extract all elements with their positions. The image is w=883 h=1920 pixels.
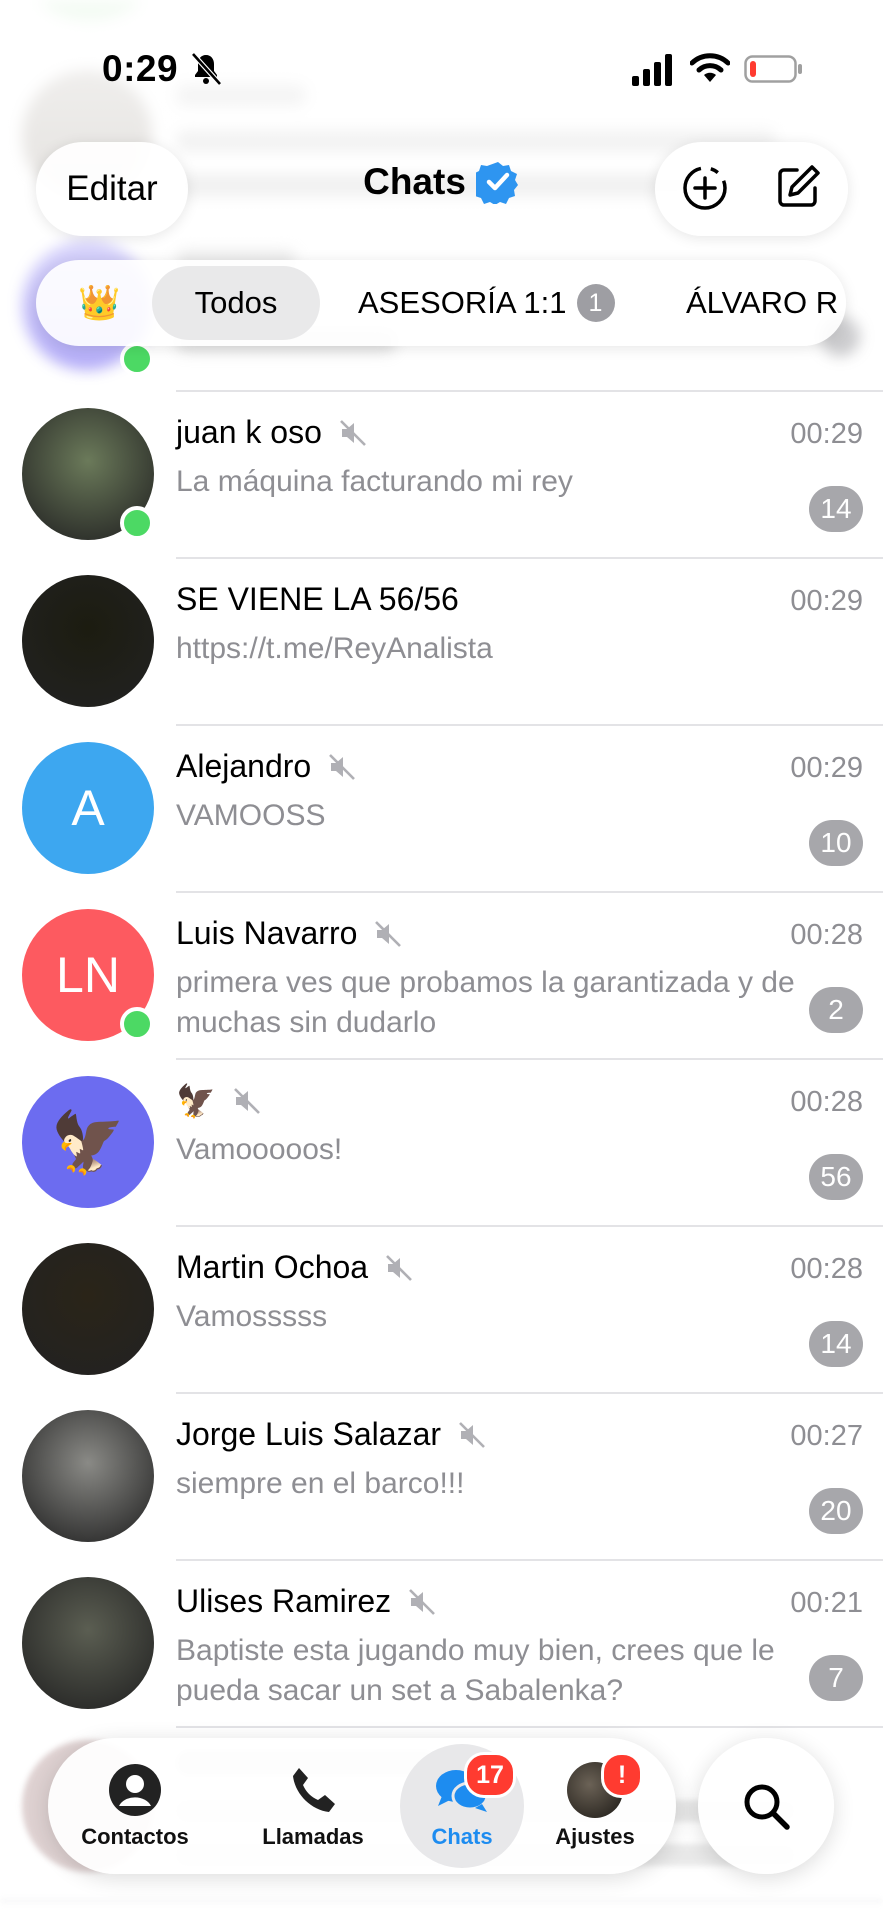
compose-icon[interactable] <box>775 164 821 210</box>
online-indicator <box>120 1007 154 1041</box>
folder-tabs: 👑 Todos ASESORÍA 1:1 1 ÁLVARO R <box>36 260 846 346</box>
tab-bar: Contactos Llamadas 17 Chats ! Ajustes <box>48 1738 676 1874</box>
avatar: 🦅 <box>22 1076 154 1208</box>
unread-count-badge: 14 <box>809 1321 863 1367</box>
chat-time: 00:28 <box>790 919 863 951</box>
online-indicator <box>120 342 154 376</box>
chat-name: Martin Ochoa <box>176 1249 414 1286</box>
online-indicator <box>120 506 154 540</box>
muted-icon <box>441 1420 487 1450</box>
tab-todos[interactable]: Todos <box>152 266 320 340</box>
chat-name: 🦅 <box>176 1082 262 1120</box>
tab-asesoria-badge: 1 <box>576 284 615 322</box>
person-circle-icon <box>109 1764 161 1816</box>
tab-calls[interactable]: Llamadas <box>248 1738 378 1874</box>
chat-time: 00:28 <box>790 1253 863 1285</box>
unread-count-badge: 7 <box>809 1655 863 1701</box>
avatar <box>22 1243 154 1375</box>
chat-row[interactable]: Martin Ochoa 00:28 Vamosssss 14 <box>0 1227 883 1393</box>
bell-mute-icon <box>191 52 222 86</box>
unread-count-badge: 2 <box>809 987 863 1033</box>
avatar <box>22 1577 154 1709</box>
avatar <box>22 1410 154 1542</box>
muted-icon <box>368 1253 414 1283</box>
chat-name: juan k oso <box>176 414 368 451</box>
tab-calls-label: Llamadas <box>262 1824 364 1849</box>
unread-count-badge: 20 <box>809 1488 863 1534</box>
unread-count-badge: 56 <box>809 1154 863 1200</box>
battery-low-icon <box>744 55 802 83</box>
chat-name-text: SE VIENE LA 56/56 <box>176 581 459 617</box>
header-actions <box>655 142 848 236</box>
unread-count-badge: 14 <box>809 486 863 532</box>
tab-contacts-label: Contactos <box>81 1824 189 1849</box>
tab-crown-folder[interactable]: 👑 <box>78 260 120 346</box>
muted-icon <box>322 418 368 448</box>
muted-icon <box>391 1587 437 1617</box>
status-time: 0:29 <box>102 48 179 89</box>
verified-badge-icon <box>475 162 518 204</box>
chat-message-preview: siempre en el barco!!! <box>176 1467 465 1500</box>
chat-name-text: 🦅 <box>176 1083 216 1119</box>
search-icon <box>744 1784 790 1830</box>
chat-message-preview: La máquina facturando mi rey <box>176 465 573 498</box>
chat-name-text: Ulises Ramirez <box>176 1583 392 1619</box>
chat-row[interactable]: Ulises Ramirez 00:21 Baptiste esta jugando… <box>0 1561 883 1727</box>
tab-alvaro[interactable]: ÁLVARO R <box>686 260 838 346</box>
tab-chats[interactable]: 17 Chats <box>400 1744 524 1868</box>
chat-row[interactable]: 🦅 🦅 00:28 Vamooooos! 56 <box>0 1060 883 1226</box>
wifi-icon <box>690 53 730 82</box>
chat-row[interactable]: LN Luis Navarro 00:28 primera ves que proba… <box>0 893 883 1059</box>
page-title: Chats <box>363 161 466 202</box>
chat-name: Alejandro <box>176 748 357 785</box>
chats-unread-badge: 17 <box>464 1752 516 1798</box>
chat-row[interactable]: SE VIENE LA 56/56 00:29 https://t.me/ReyAn… <box>0 559 883 725</box>
chat-name-text: juan k oso <box>176 414 322 450</box>
chat-row[interactable]: A Alejandro 00:29 VAMOOSS 10 <box>0 726 883 892</box>
chat-name: Ulises Ramirez <box>176 1583 437 1620</box>
new-story-icon[interactable] <box>681 164 729 212</box>
search-button[interactable] <box>698 1738 834 1874</box>
chat-name: SE VIENE LA 56/56 <box>176 581 459 618</box>
tab-settings[interactable]: ! Ajustes <box>530 1738 660 1874</box>
chat-name: Jorge Luis Salazar <box>176 1416 487 1453</box>
unread-count-badge: 10 <box>809 820 863 866</box>
tab-chats-label: Chats <box>431 1824 493 1849</box>
chat-message-preview: https://t.me/ReyAnalista <box>176 632 493 665</box>
chat-time: 00:28 <box>790 1086 863 1118</box>
chat-time: 00:29 <box>790 418 863 450</box>
chat-row[interactable]: Jorge Luis Salazar 00:27 siempre en el bar… <box>0 1394 883 1560</box>
chat-time: 00:29 <box>790 752 863 784</box>
avatar: A <box>22 742 154 874</box>
avatar <box>22 575 154 707</box>
tab-asesoria[interactable]: ASESORÍA 1:1 1 <box>358 260 615 346</box>
chat-message-preview: Baptiste esta jugando muy bien, crees qu… <box>176 1634 775 1707</box>
muted-icon <box>216 1086 262 1116</box>
chat-message-preview: Vamosssss <box>176 1300 328 1333</box>
chat-message-preview: VAMOOSS <box>176 799 326 832</box>
chat-row[interactable]: juan k oso 00:29 La máquina facturando mi … <box>0 392 883 558</box>
cellular-signal-icon <box>632 54 672 86</box>
chat-message-preview: Vamooooos! <box>176 1133 343 1166</box>
tab-asesoria-label: ASESORÍA 1:1 <box>358 285 567 320</box>
phone-icon <box>293 1768 335 1812</box>
chat-time: 00:29 <box>790 585 863 617</box>
chat-message-preview: primera ves que probamos la garantizada … <box>176 966 795 1039</box>
chat-name: Luis Navarro <box>176 915 403 952</box>
muted-icon <box>311 752 357 782</box>
chat-time: 00:27 <box>790 1420 863 1452</box>
chat-time: 00:21 <box>790 1587 863 1619</box>
settings-avatar-wrap: ! <box>567 1752 643 1818</box>
settings-alert-badge: ! <box>601 1752 643 1798</box>
muted-icon <box>357 919 403 949</box>
tab-contacts[interactable]: Contactos <box>70 1738 200 1874</box>
chat-name-text: Martin Ochoa <box>176 1249 369 1285</box>
tab-settings-label: Ajustes <box>555 1824 635 1849</box>
status-bar: 0:29 <box>0 0 883 130</box>
chat-name-text: Alejandro <box>176 748 312 784</box>
chat-name-text: Jorge Luis Salazar <box>176 1416 442 1452</box>
chat-name-text: Luis Navarro <box>176 915 358 951</box>
chat-bubbles-wrap: 17 <box>434 1752 516 1818</box>
